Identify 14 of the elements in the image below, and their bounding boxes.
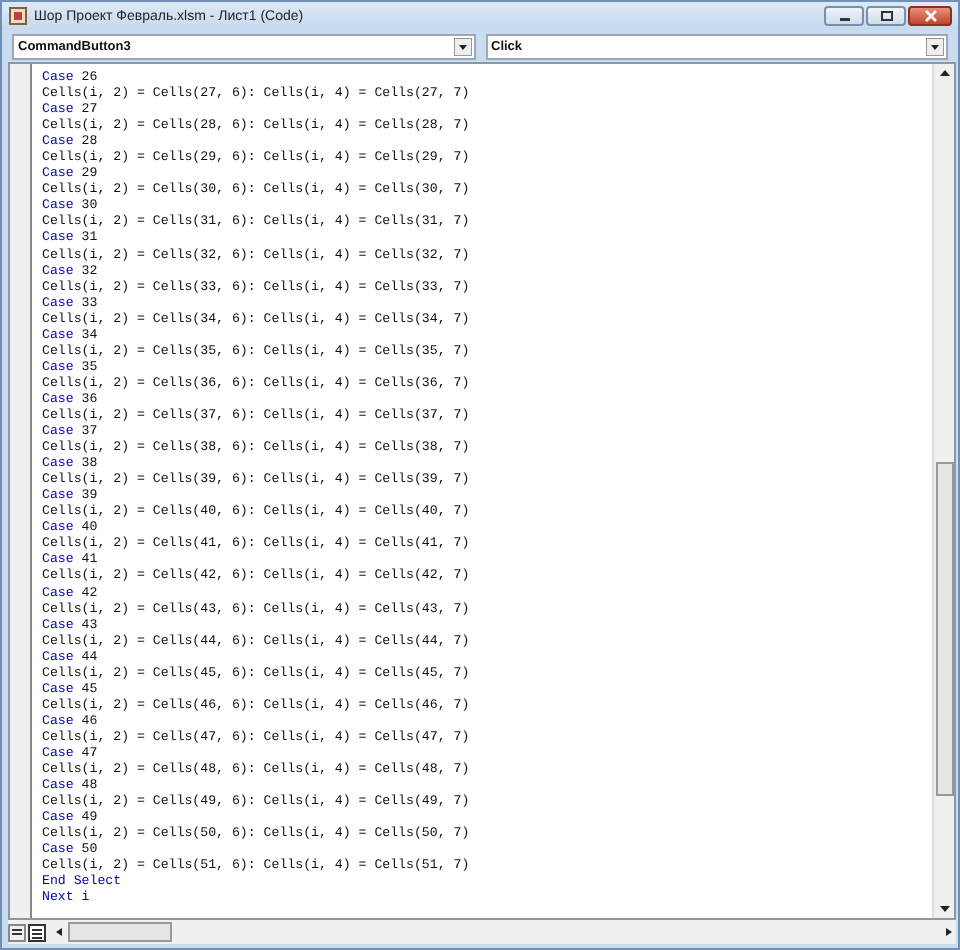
scrollbar-thumb[interactable] (68, 922, 172, 942)
vertical-scrollbar[interactable] (932, 64, 954, 918)
dropdown-arrow-icon (926, 37, 944, 55)
maximize-button[interactable] (866, 6, 906, 26)
minimize-button[interactable] (824, 6, 864, 26)
scroll-right-icon (940, 924, 956, 940)
close-icon (923, 10, 937, 22)
scroll-left-icon (52, 924, 68, 940)
dropdown-arrow-icon (453, 37, 471, 55)
maximize-icon (879, 10, 893, 22)
close-button[interactable] (908, 6, 952, 26)
document-icon (8, 6, 28, 26)
scrollbar-thumb[interactable] (935, 462, 953, 796)
horizontal-scrollbar[interactable] (52, 922, 956, 942)
